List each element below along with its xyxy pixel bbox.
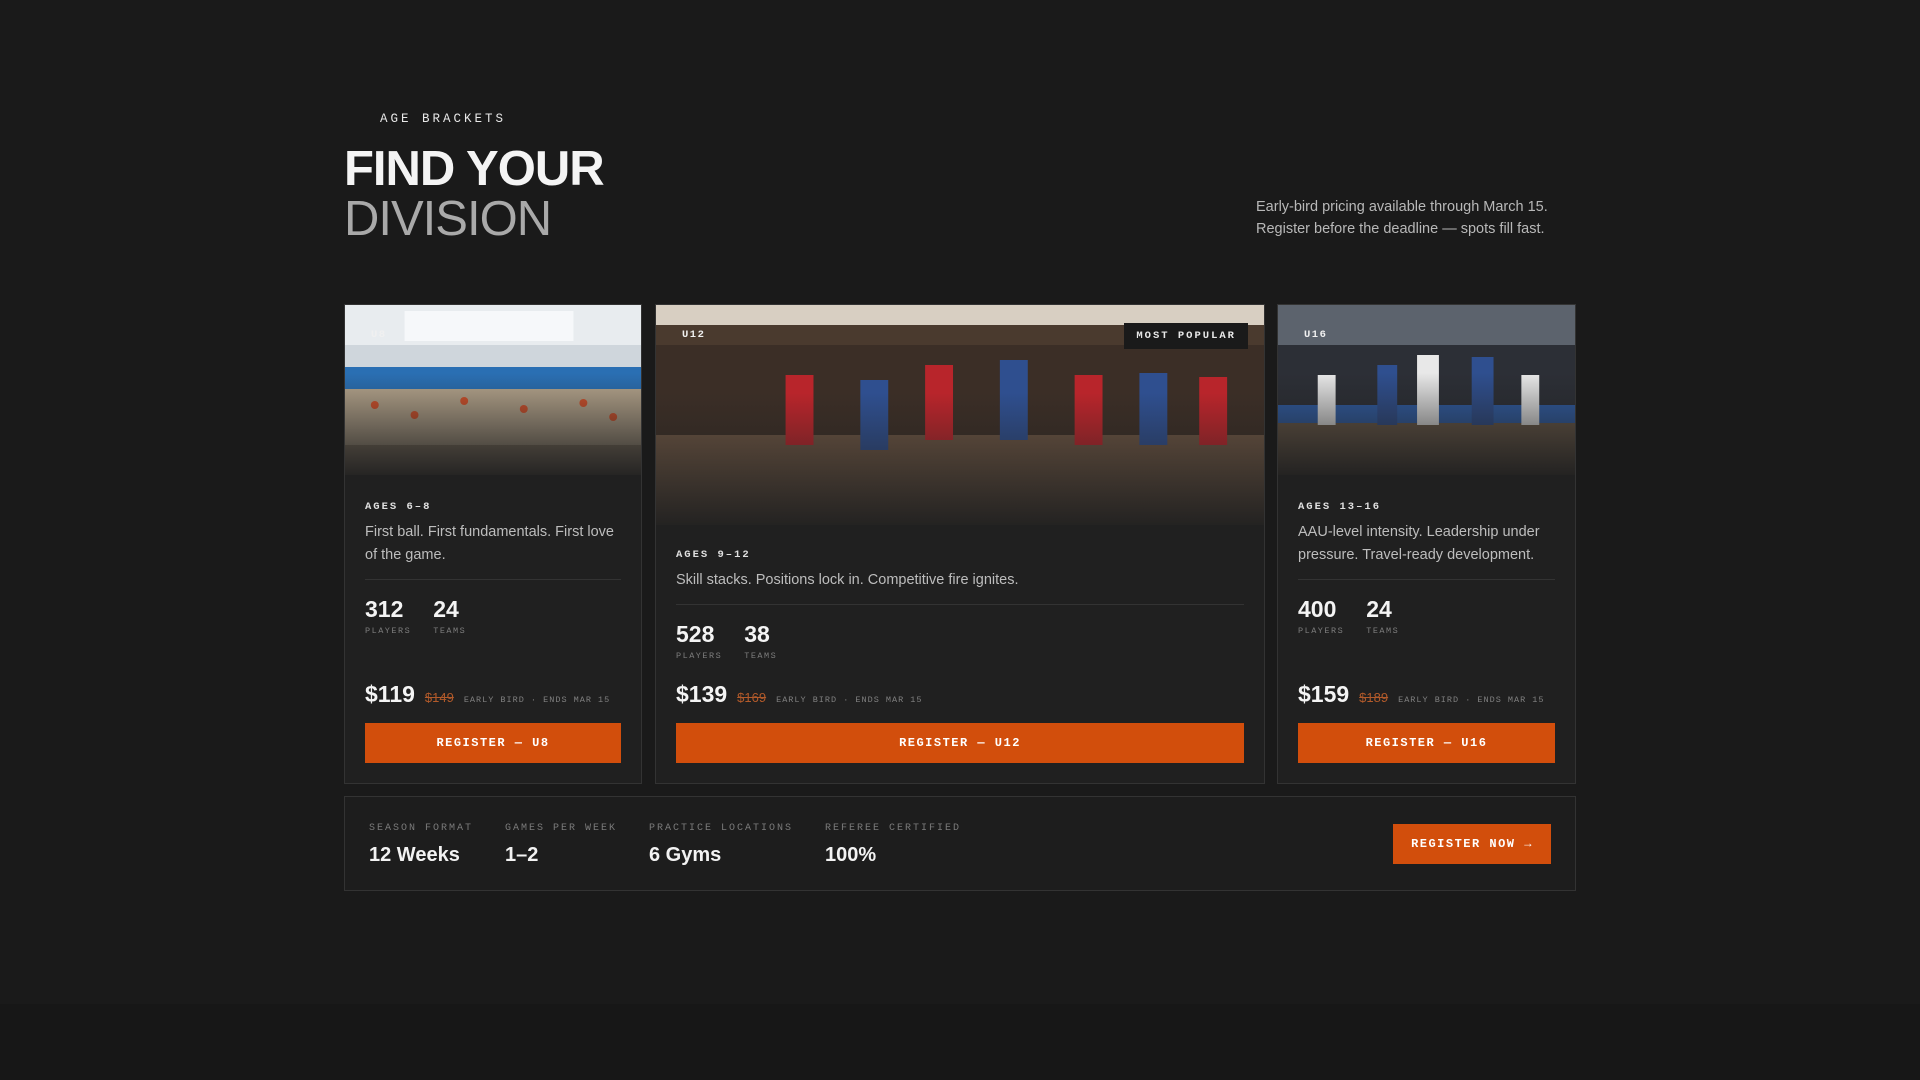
stat-teams-label: TEAMS <box>1366 626 1400 636</box>
old-price: $149 <box>424 690 454 705</box>
stat-teams-value: 24 <box>1366 596 1392 622</box>
section-eyebrow: AGE BRACKETS <box>380 112 507 126</box>
division-card-u16: U16 AGES 13–16 AAU-level intensity. Lead… <box>1277 304 1576 784</box>
register-u16-button[interactable]: REGISTER — U16 <box>1298 723 1555 763</box>
stat-players-label: PLAYERS <box>365 626 412 636</box>
card-body-u16: AGES 13–16 AAU-level intensity. Leadersh… <box>1298 501 1555 636</box>
stat-players-label: PLAYERS <box>1298 626 1345 636</box>
info-referee-certified: REFEREE CERTIFIED 100% <box>825 823 961 867</box>
gym-photo <box>345 305 641 475</box>
stat-teams-label: TEAMS <box>433 626 467 636</box>
card-stats: 312 PLAYERS 24 TEAMS <box>365 596 621 636</box>
price: $139 <box>676 681 728 707</box>
info-label: PRACTICE LOCATIONS <box>649 823 794 834</box>
page: AGE BRACKETS FIND YOUR DIVISION Early-bi… <box>0 0 1920 1080</box>
info-value: 6 Gyms <box>649 844 722 866</box>
info-label: SEASON FORMAT <box>369 823 474 834</box>
card-ages: AGES 6–8 <box>365 501 432 513</box>
stat-players-value: 312 <box>365 596 404 622</box>
card-photo-u12: U12 MOST POPULAR <box>656 305 1264 525</box>
division-card-u8: U8 AGES 6–8 First ball. First fundamenta… <box>344 304 642 784</box>
stat-players-value: 528 <box>676 621 715 647</box>
info-value: 1–2 <box>505 844 539 866</box>
stat-teams-value: 24 <box>433 596 459 622</box>
intro-line-2: Register before the deadline — spots fil… <box>1256 221 1545 237</box>
card-divider <box>676 604 1244 605</box>
card-photo-u8: U8 <box>345 305 641 475</box>
price: $119 <box>365 681 415 707</box>
stat-teams-value: 38 <box>744 621 770 647</box>
stat-players: 400 PLAYERS <box>1298 596 1344 636</box>
card-ages: AGES 9–12 <box>676 549 751 561</box>
price-row-u12: $139 $169 EARLY BIRD · ENDS MAR 15 <box>676 681 1244 708</box>
stat-teams: 24 TEAMS <box>433 596 466 636</box>
stat-teams: 24 TEAMS <box>1366 596 1399 636</box>
price-row-u8: $119 $149 EARLY BIRD · ENDS MAR 15 <box>365 681 621 708</box>
info-season-format: SEASON FORMAT 12 Weeks <box>369 823 473 867</box>
card-stats: 400 PLAYERS 24 TEAMS <box>1298 596 1555 636</box>
early-bird-note: EARLY BIRD · ENDS MAR 15 <box>1398 695 1545 705</box>
info-label: REFEREE CERTIFIED <box>825 823 962 834</box>
title-line-2: DIVISION <box>344 192 552 246</box>
register-u12-button[interactable]: REGISTER — U12 <box>676 723 1244 763</box>
info-value: 12 Weeks <box>369 844 460 866</box>
card-body-u8: AGES 6–8 First ball. First fundamentals.… <box>365 501 621 636</box>
title-line-1: FIND YOUR <box>344 142 605 196</box>
card-tag-u12: U12 <box>682 329 706 341</box>
card-tag-u16: U16 <box>1304 329 1328 341</box>
stat-players: 528 PLAYERS <box>676 621 722 661</box>
price: $159 <box>1298 681 1350 707</box>
info-label: GAMES PER WEEK <box>505 823 618 834</box>
info-practice-locations: PRACTICE LOCATIONS 6 Gyms <box>649 823 793 867</box>
card-description: Skill stacks. Positions lock in. Competi… <box>676 572 1019 588</box>
division-card-u12: U12 MOST POPULAR AGES 9–12 Skill stacks.… <box>655 304 1265 784</box>
stat-players-label: PLAYERS <box>676 651 723 661</box>
card-description: First ball. First fundamentals. First lo… <box>365 524 614 563</box>
card-photo-u16: U16 <box>1278 305 1575 475</box>
stat-players: 312 PLAYERS <box>365 596 411 636</box>
early-bird-note: EARLY BIRD · ENDS MAR 15 <box>776 695 923 705</box>
card-divider <box>365 579 621 580</box>
early-bird-note: EARLY BIRD · ENDS MAR 15 <box>463 695 611 705</box>
season-info-bar: SEASON FORMAT 12 Weeks GAMES PER WEEK 1–… <box>344 796 1576 891</box>
footer-band <box>0 1004 1920 1080</box>
card-tag-u8: U8 <box>371 329 387 341</box>
stat-teams-label: TEAMS <box>744 651 778 661</box>
card-body-u12: AGES 9–12 Skill stacks. Positions lock i… <box>676 549 1244 661</box>
stat-players-value: 400 <box>1298 596 1337 622</box>
card-stats: 528 PLAYERS 38 TEAMS <box>676 621 1244 661</box>
most-popular-badge: MOST POPULAR <box>1124 323 1248 349</box>
old-price: $189 <box>1359 690 1389 705</box>
register-u8-button[interactable]: REGISTER — U8 <box>365 723 621 763</box>
card-description: AAU-level intensity. Leadership under pr… <box>1298 524 1540 563</box>
stat-teams: 38 TEAMS <box>744 621 777 661</box>
info-value: 100% <box>825 844 877 866</box>
card-ages: AGES 13–16 <box>1298 501 1382 513</box>
intro-text: Early-bird pricing available through Mar… <box>1256 196 1576 240</box>
info-games-per-week: GAMES PER WEEK 1–2 <box>505 823 617 867</box>
intro-line-1: Early-bird pricing available through Mar… <box>1256 199 1548 215</box>
card-divider <box>1298 579 1555 580</box>
page-title: FIND YOUR DIVISION <box>344 142 605 246</box>
old-price: $169 <box>737 690 767 705</box>
register-now-button[interactable]: REGISTER NOW → <box>1393 824 1551 864</box>
price-row-u16: $159 $189 EARLY BIRD · ENDS MAR 15 <box>1298 681 1555 708</box>
